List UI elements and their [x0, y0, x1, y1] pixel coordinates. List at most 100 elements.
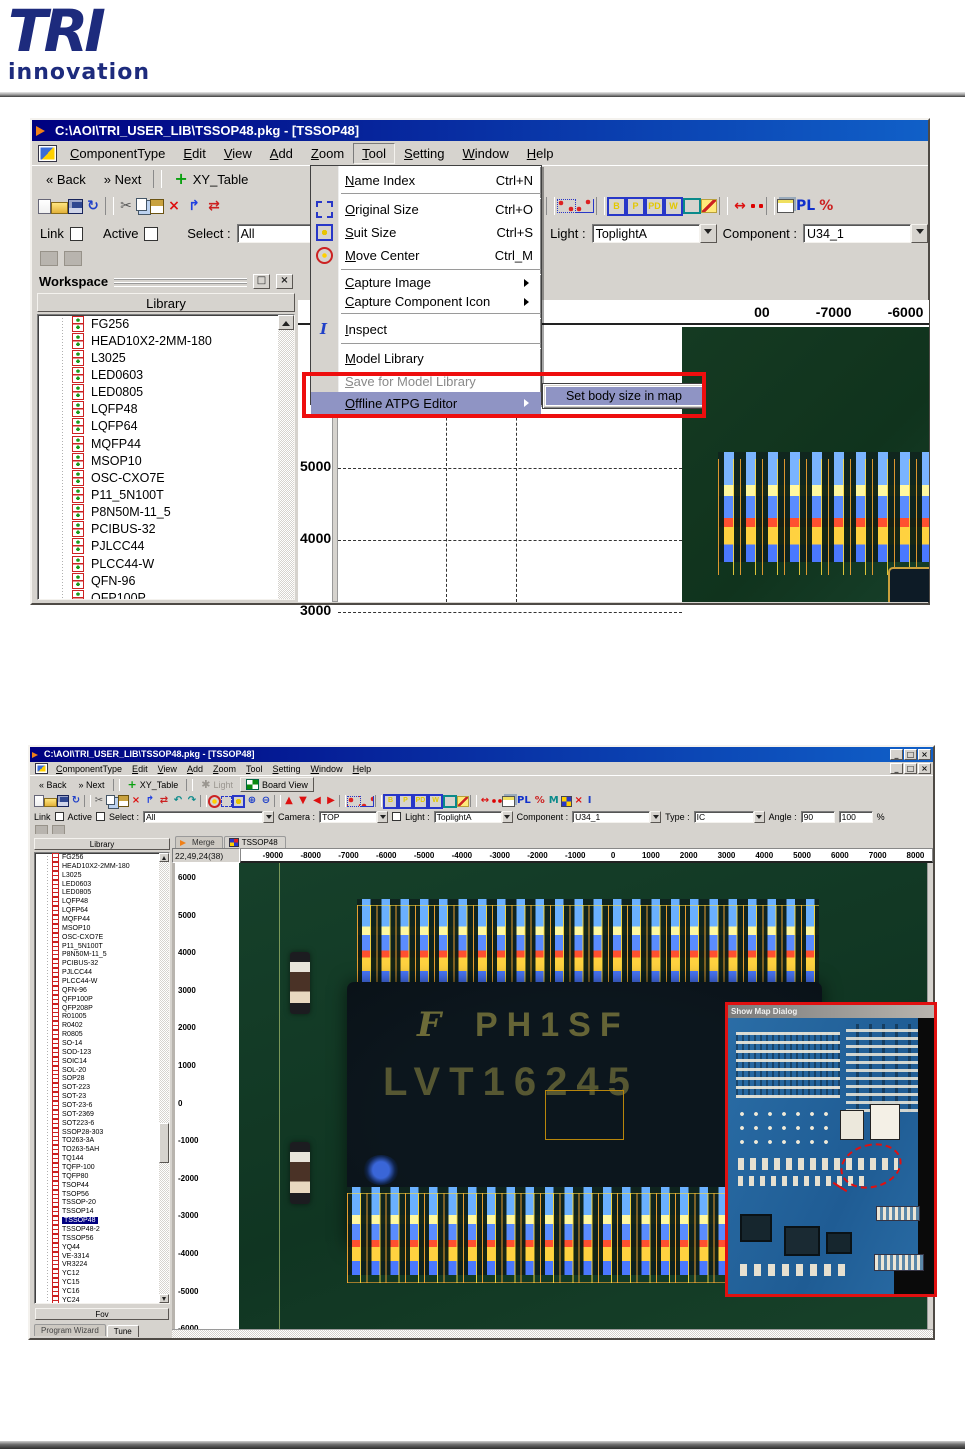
- menu-item-capture-image[interactable]: Capture Image: [311, 273, 541, 292]
- pl-icon[interactable]: PL: [794, 197, 817, 216]
- pd-mode-icon[interactable]: PD: [645, 197, 664, 216]
- next-button[interactable]: » Next: [74, 779, 110, 791]
- library-item[interactable]: YC15: [35, 1278, 169, 1287]
- scroll-down-button[interactable]: [159, 1294, 169, 1303]
- light-dropdown[interactable]: ToplightA: [434, 811, 513, 823]
- board-view-button[interactable]: Board View: [240, 777, 314, 792]
- library-item[interactable]: YC16: [35, 1287, 169, 1296]
- toolbar-separator[interactable]: [596, 197, 605, 215]
- move-origin-icon[interactable]: ↱: [184, 197, 204, 216]
- menu-item[interactable]: Zoom: [302, 143, 353, 164]
- menu-item[interactable]: Add: [261, 143, 302, 164]
- transfer-icon[interactable]: ⇄: [157, 795, 171, 808]
- select-dropdown[interactable]: All: [143, 811, 274, 823]
- menu-item[interactable]: Window: [306, 763, 348, 775]
- toolbar-separator[interactable]: [84, 795, 91, 807]
- move-origin-icon[interactable]: ↱: [143, 795, 157, 808]
- title-bar[interactable]: C:\AOI\TRI_USER_LIB\TSSOP48.pkg - [TSSOP…: [32, 120, 928, 141]
- tab-merge[interactable]: Merge: [175, 836, 223, 848]
- library-item[interactable]: LED0603: [35, 880, 169, 889]
- library-item[interactable]: FG256: [35, 853, 169, 862]
- camera-dropdown[interactable]: TOP: [319, 811, 388, 823]
- fov-button[interactable]: Fov: [35, 1308, 169, 1320]
- refresh-icon[interactable]: ↻: [83, 197, 103, 216]
- library-item[interactable]: R0402: [35, 1021, 169, 1030]
- library-item[interactable]: SOT-23-6: [35, 1101, 169, 1110]
- next-component-icon[interactable]: ▶: [324, 795, 338, 808]
- library-item[interactable]: HEAD10X2-2MM-180: [35, 862, 169, 871]
- menu-item[interactable]: View: [153, 763, 182, 775]
- mdi-close-button[interactable]: ×: [918, 763, 931, 774]
- library-item[interactable]: LQFP48: [35, 897, 169, 906]
- refresh-icon[interactable]: ↻: [69, 795, 83, 808]
- library-item[interactable]: MSOP10: [35, 924, 169, 933]
- cut-icon[interactable]: ✂: [92, 795, 106, 808]
- library-item[interactable]: SOL-20: [35, 1066, 169, 1075]
- open-folder-icon[interactable]: [44, 798, 57, 807]
- panel-close-button[interactable]: ×: [276, 274, 293, 289]
- probe-icon[interactable]: [492, 797, 502, 806]
- library-item[interactable]: P8N50M-11_5: [35, 950, 169, 959]
- dropdown-arrow-icon[interactable]: [377, 811, 388, 823]
- overlap-icon[interactable]: [443, 795, 457, 808]
- library-item[interactable]: YC24: [35, 1296, 169, 1304]
- library-item[interactable]: TQ144: [35, 1154, 169, 1163]
- measure-icon[interactable]: ↔: [730, 197, 750, 216]
- library-item[interactable]: MQFP44: [38, 435, 294, 452]
- toolbar-separator[interactable]: [200, 795, 207, 807]
- light-checkbox[interactable]: [392, 812, 401, 821]
- dropdown-arrow-icon[interactable]: [700, 224, 717, 243]
- pad-link-icon[interactable]: [576, 199, 594, 213]
- library-item[interactable]: TQFP-100: [35, 1163, 169, 1172]
- down-icon[interactable]: ▼: [296, 795, 310, 808]
- library-item[interactable]: P11_5N100T: [38, 486, 294, 503]
- library-item[interactable]: P11_5N100T: [35, 942, 169, 951]
- percent-icon[interactable]: %: [817, 197, 835, 216]
- menu-item-suit-size[interactable]: Suit Size Ctrl+S: [311, 221, 541, 244]
- library-item[interactable]: L3025: [35, 871, 169, 880]
- menu-item[interactable]: Zoom: [208, 763, 241, 775]
- workspace-header[interactable]: Workspace □ ×: [35, 271, 297, 292]
- library-item[interactable]: SOP28: [35, 1074, 169, 1083]
- library-item[interactable]: PJLCC44: [35, 968, 169, 977]
- library-item[interactable]: TO263-5AH: [35, 1145, 169, 1154]
- paste-icon[interactable]: [150, 199, 164, 214]
- save-icon[interactable]: [57, 795, 69, 807]
- panel-minimize-button[interactable]: □: [253, 274, 270, 289]
- component-select[interactable]: U34_1: [803, 224, 928, 243]
- library-item[interactable]: VE-3314: [35, 1252, 169, 1261]
- library-item[interactable]: LED0603: [38, 366, 294, 383]
- menu-item[interactable]: Edit: [174, 143, 214, 164]
- undo-icon[interactable]: ↶: [171, 795, 185, 808]
- maximize-button[interactable]: □: [904, 749, 917, 760]
- window-mode-icon[interactable]: W: [428, 794, 443, 809]
- library-item[interactable]: QFP100P: [38, 589, 294, 600]
- toolbar-separator[interactable]: [274, 795, 281, 807]
- toolbar-separator[interactable]: [339, 795, 346, 807]
- library-item[interactable]: HEAD10X2-2MM-180: [38, 332, 294, 349]
- mdi-minimize-button[interactable]: _: [890, 763, 903, 774]
- probe-icon[interactable]: [750, 200, 764, 212]
- close-button[interactable]: ×: [918, 749, 931, 760]
- mdi-restore-button[interactable]: □: [904, 763, 917, 774]
- wire-icon[interactable]: [701, 199, 717, 213]
- menu-item-inspect[interactable]: I Inspect: [311, 317, 541, 341]
- pad-mode-icon[interactable]: P: [626, 197, 645, 216]
- title-bar[interactable]: C:\AOI\TRI_USER_LIB\TSSOP48.pkg - [TSSOP…: [30, 747, 933, 762]
- menu-item[interactable]: Tool: [241, 763, 268, 775]
- bottom-tab[interactable]: Tune: [107, 1325, 139, 1337]
- library-item[interactable]: L3025: [38, 349, 294, 366]
- library-item[interactable]: YQ44: [35, 1243, 169, 1252]
- toolbar-separator[interactable]: [375, 795, 382, 807]
- library-item[interactable]: PLCC44-W: [35, 977, 169, 986]
- type-dropdown[interactable]: IC: [694, 811, 765, 823]
- library-item[interactable]: SO-14: [35, 1039, 169, 1048]
- library-item[interactable]: SOD-123: [35, 1048, 169, 1057]
- close-view-icon[interactable]: ×: [572, 795, 586, 808]
- menu-item-capture-component-icon[interactable]: Capture Component Icon: [311, 292, 541, 311]
- link-checkbox[interactable]: [70, 227, 84, 241]
- zoom-out-icon[interactable]: ⊖: [259, 795, 273, 808]
- library-item[interactable]: TSOP56: [35, 1190, 169, 1199]
- library-item[interactable]: PLCC44-W: [38, 555, 294, 572]
- link-checkbox[interactable]: [55, 812, 64, 821]
